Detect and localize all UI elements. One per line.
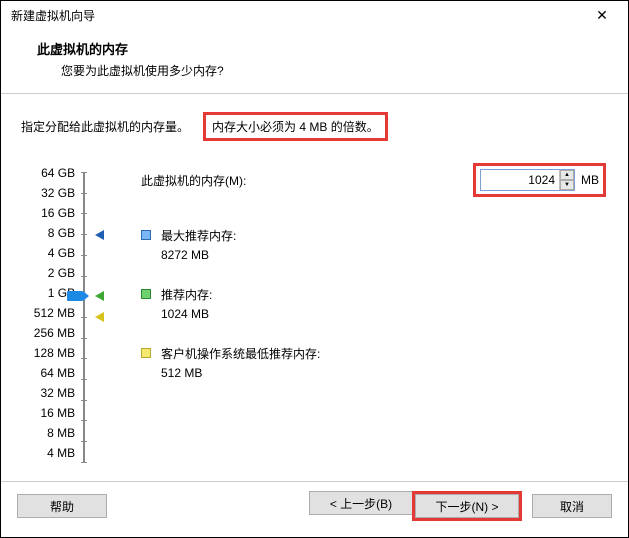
page-title: 此虚拟机的内存 [37, 39, 610, 58]
ruler-label: 64 GB [21, 163, 75, 183]
nav-buttons: < 上一步(B) 下一步(N) > [309, 491, 522, 521]
ruler-label: 256 MB [21, 323, 75, 343]
instruction-highlight: 内存大小必须为 4 MB 的倍数。 [203, 112, 388, 141]
footer-right: < 上一步(B) 下一步(N) > 取消 [309, 491, 612, 521]
help-button[interactable]: 帮助 [17, 494, 107, 518]
next-button-highlight: 下一步(N) > [412, 491, 522, 521]
titlebar: 新建虚拟机向导 ✕ [1, 1, 628, 29]
memory-ruler[interactable]: 64 GB 32 GB 16 GB 8 GB 4 GB 2 GB 1 GB 51… [21, 163, 111, 463]
rec-rec-text: 推荐内存: 1024 MB [161, 286, 212, 321]
main-area: 64 GB 32 GB 16 GB 8 GB 4 GB 2 GB 1 GB 51… [21, 163, 608, 463]
max-rec-text: 最大推荐内存: 8272 MB [161, 227, 236, 262]
max-rec-label: 最大推荐内存: [161, 227, 236, 244]
min-recommendation: 客户机操作系统最低推荐内存: 512 MB [141, 345, 608, 380]
wizard-header: 此虚拟机的内存 您要为此虚拟机使用多少内存? [1, 29, 628, 93]
back-button[interactable]: < 上一步(B) [309, 491, 413, 515]
wizard-window: 新建虚拟机向导 ✕ 此虚拟机的内存 您要为此虚拟机使用多少内存? 指定分配给此虚… [0, 0, 629, 538]
ruler-label: 128 MB [21, 343, 75, 363]
min-rec-label: 客户机操作系统最低推荐内存: [161, 345, 320, 362]
slider-thumb[interactable] [67, 291, 83, 301]
instruction-row: 指定分配给此虚拟机的内存量。 内存大小必须为 4 MB 的倍数。 [21, 112, 608, 141]
cancel-button[interactable]: 取消 [532, 494, 612, 518]
page-subtitle: 您要为此虚拟机使用多少内存? [37, 62, 610, 79]
rec-rec-label: 推荐内存: [161, 286, 212, 303]
spin-up-button[interactable]: ▲ [560, 170, 574, 180]
green-box-icon [141, 289, 151, 299]
ruler-label: 2 GB [21, 263, 75, 283]
right-column: 此虚拟机的内存(M): ▲ ▼ MB [141, 163, 608, 463]
max-marker-icon [95, 230, 104, 240]
ruler-label: 512 MB [21, 303, 75, 323]
close-button[interactable]: ✕ [584, 3, 620, 27]
ruler-label: 16 GB [21, 203, 75, 223]
memory-input-label: 此虚拟机的内存(M): [141, 172, 246, 189]
max-recommendation: 最大推荐内存: 8272 MB [141, 227, 608, 262]
ruler-label: 8 MB [21, 423, 75, 443]
footer: 帮助 < 上一步(B) 下一步(N) > 取消 [1, 481, 628, 537]
ruler-label: 4 MB [21, 443, 75, 463]
footer-divider [1, 481, 628, 482]
ruler-label: 4 GB [21, 243, 75, 263]
spin-down-button[interactable]: ▼ [560, 180, 574, 190]
ruler-label: 32 GB [21, 183, 75, 203]
content-area: 指定分配给此虚拟机的内存量。 内存大小必须为 4 MB 的倍数。 64 GB 3… [1, 94, 628, 474]
rec-marker-icon [95, 291, 104, 301]
blue-box-icon [141, 230, 151, 240]
memory-input-row: 此虚拟机的内存(M): ▲ ▼ MB [141, 163, 608, 197]
memory-input-box: ▲ ▼ [480, 169, 575, 191]
window-title: 新建虚拟机向导 [11, 7, 95, 24]
memory-spinner: ▲ ▼ [559, 170, 574, 190]
close-icon: ✕ [596, 7, 608, 24]
ruler-labels: 64 GB 32 GB 16 GB 8 GB 4 GB 2 GB 1 GB 51… [21, 163, 75, 453]
ruler-label: 8 GB [21, 223, 75, 243]
ruler-label: 64 MB [21, 363, 75, 383]
min-marker-icon [95, 312, 104, 322]
instruction-prefix: 指定分配给此虚拟机的内存量。 [21, 118, 189, 135]
yellow-box-icon [141, 348, 151, 358]
memory-input-highlight: ▲ ▼ MB [473, 163, 606, 197]
ruler-label: 32 MB [21, 383, 75, 403]
memory-input[interactable] [481, 170, 559, 190]
rec-rec-value: 1024 MB [161, 307, 212, 321]
memory-unit-label: MB [581, 173, 599, 187]
min-rec-text: 客户机操作系统最低推荐内存: 512 MB [161, 345, 320, 380]
min-rec-value: 512 MB [161, 366, 320, 380]
rec-recommendation: 推荐内存: 1024 MB [141, 286, 608, 321]
marker-column [87, 172, 111, 462]
ruler-label: 16 MB [21, 403, 75, 423]
next-button[interactable]: 下一步(N) > [415, 494, 519, 518]
max-rec-value: 8272 MB [161, 248, 236, 262]
